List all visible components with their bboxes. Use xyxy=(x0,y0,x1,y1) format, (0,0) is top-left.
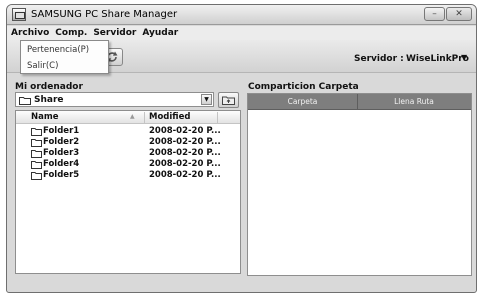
menu-archivo[interactable]: Archivo xyxy=(9,28,51,38)
folder-icon xyxy=(31,150,42,158)
sort-arrow-icon: ▲ xyxy=(130,113,135,120)
row-modified: 2008-02-20 P... xyxy=(149,126,221,136)
menu-servidor[interactable]: Servidor xyxy=(91,28,138,38)
folder-icon xyxy=(31,128,42,136)
menu-comp[interactable]: Comp. xyxy=(53,28,89,38)
close-icon: ✕ xyxy=(455,8,463,19)
server-select[interactable]: WiseLinkPro xyxy=(406,54,469,64)
row-modified: 2008-02-20 P... xyxy=(149,159,221,169)
column-header-carpeta[interactable]: Carpeta xyxy=(248,94,358,110)
app-window: SAMSUNG PC Share Manager – ✕ Archivo Com… xyxy=(6,4,477,293)
row-name: Folder3 xyxy=(43,148,80,158)
row-name: Folder5 xyxy=(43,170,80,180)
server-label: Servidor : xyxy=(354,54,404,64)
row-modified: 2008-02-20 P... xyxy=(149,137,221,147)
column-header-modified[interactable]: Modified xyxy=(146,112,218,123)
window-title: SAMSUNG PC Share Manager xyxy=(31,9,178,20)
row-modified: 2008-02-20 P... xyxy=(149,170,221,180)
server-dropdown-arrow-icon[interactable]: ▼ xyxy=(461,53,467,62)
file-list-header: Name ▲ Modified xyxy=(16,111,240,124)
row-name: Folder2 xyxy=(43,137,80,147)
chevron-down-icon[interactable]: ▼ xyxy=(201,94,212,105)
title-bar[interactable]: SAMSUNG PC Share Manager – ✕ xyxy=(7,5,476,25)
left-panel-title: Mi ordenador xyxy=(15,82,83,92)
app-icon xyxy=(12,8,26,21)
archivo-dropdown-menu: Pertenencia(P) Salir(C) xyxy=(20,40,109,74)
column-header-llena-ruta[interactable]: Llena Ruta xyxy=(359,94,469,110)
menu-item-salir[interactable]: Salir(C) xyxy=(21,58,108,74)
window-controls: – ✕ xyxy=(424,7,472,21)
table-row[interactable]: Folder1 2008-02-20 P... xyxy=(28,126,228,137)
shared-folder-list-header: Carpeta Llena Ruta xyxy=(248,94,471,110)
folder-icon xyxy=(31,161,42,169)
minimize-button[interactable]: – xyxy=(424,7,445,21)
table-row[interactable]: Folder5 2008-02-20 P... xyxy=(28,170,228,181)
menu-bar: Archivo Comp. Servidor Ayudar xyxy=(7,26,476,40)
menu-ayudar[interactable]: Ayudar xyxy=(140,28,180,38)
table-row[interactable]: Folder3 2008-02-20 P... xyxy=(28,148,228,159)
folder-icon xyxy=(19,97,31,105)
file-list[interactable]: Name ▲ Modified Folder1 2008-02-20 P... … xyxy=(15,110,241,274)
up-folder-icon xyxy=(222,96,235,105)
folder-icon xyxy=(31,172,42,180)
folder-select[interactable]: Share ▼ xyxy=(15,92,214,107)
folder-icon xyxy=(31,139,42,147)
minimize-icon: – xyxy=(432,8,437,19)
table-row[interactable]: Folder2 2008-02-20 P... xyxy=(28,137,228,148)
row-modified: 2008-02-20 P... xyxy=(149,148,221,158)
shared-folder-list[interactable]: Carpeta Llena Ruta xyxy=(247,93,472,276)
up-folder-button[interactable] xyxy=(218,92,239,108)
row-name: Folder1 xyxy=(43,126,80,136)
right-panel-title: Comparticion Carpeta xyxy=(248,82,359,92)
folder-select-value: Share xyxy=(34,95,64,105)
column-header-name[interactable]: Name xyxy=(28,112,145,123)
menu-item-pertenencia[interactable]: Pertenencia(P) xyxy=(21,42,108,58)
table-row[interactable]: Folder4 2008-02-20 P... xyxy=(28,159,228,170)
close-button[interactable]: ✕ xyxy=(446,7,472,21)
row-name: Folder4 xyxy=(43,159,80,169)
